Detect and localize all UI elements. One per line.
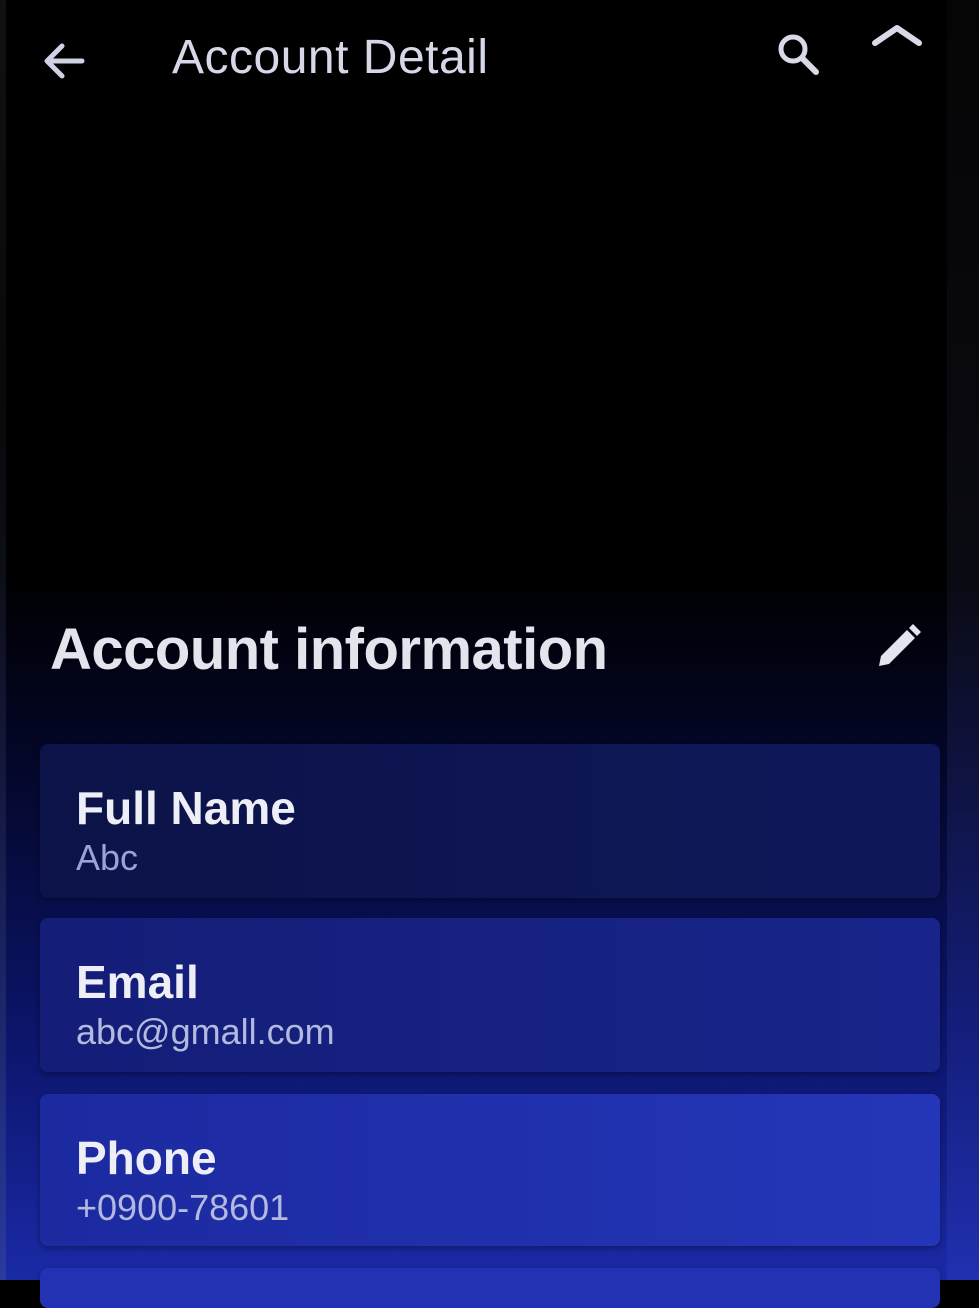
field-label: Full Name — [76, 782, 296, 834]
arrow-left-icon — [44, 43, 85, 79]
field-label: Phone — [76, 1132, 217, 1184]
collapse-button[interactable] — [862, 10, 932, 60]
screen-edge — [947, 0, 979, 1280]
back-button[interactable] — [36, 36, 92, 86]
field-value: +0900-78601 — [76, 1187, 290, 1228]
screen-edge — [0, 0, 6, 1280]
info-card-phone[interactable]: Phone +0900-78601 — [40, 1094, 940, 1246]
chevron-up-icon — [872, 25, 922, 46]
page-title: Account Detail — [172, 31, 489, 84]
info-card-full-name[interactable]: Full Name Abc — [40, 744, 940, 898]
section-title: Account information — [50, 617, 608, 682]
info-card-email[interactable]: Email abc@gmall.com — [40, 918, 940, 1072]
pencil-icon — [879, 624, 921, 666]
field-value: abc@gmall.com — [76, 1011, 335, 1052]
field-value: Abc — [76, 837, 139, 878]
field-label: Email — [76, 956, 199, 1008]
edit-button[interactable] — [862, 616, 932, 680]
app-bar: Account Detail — [0, 0, 979, 120]
search-icon — [778, 34, 819, 75]
search-button[interactable] — [768, 24, 828, 84]
info-card-partial[interactable] — [40, 1268, 940, 1308]
